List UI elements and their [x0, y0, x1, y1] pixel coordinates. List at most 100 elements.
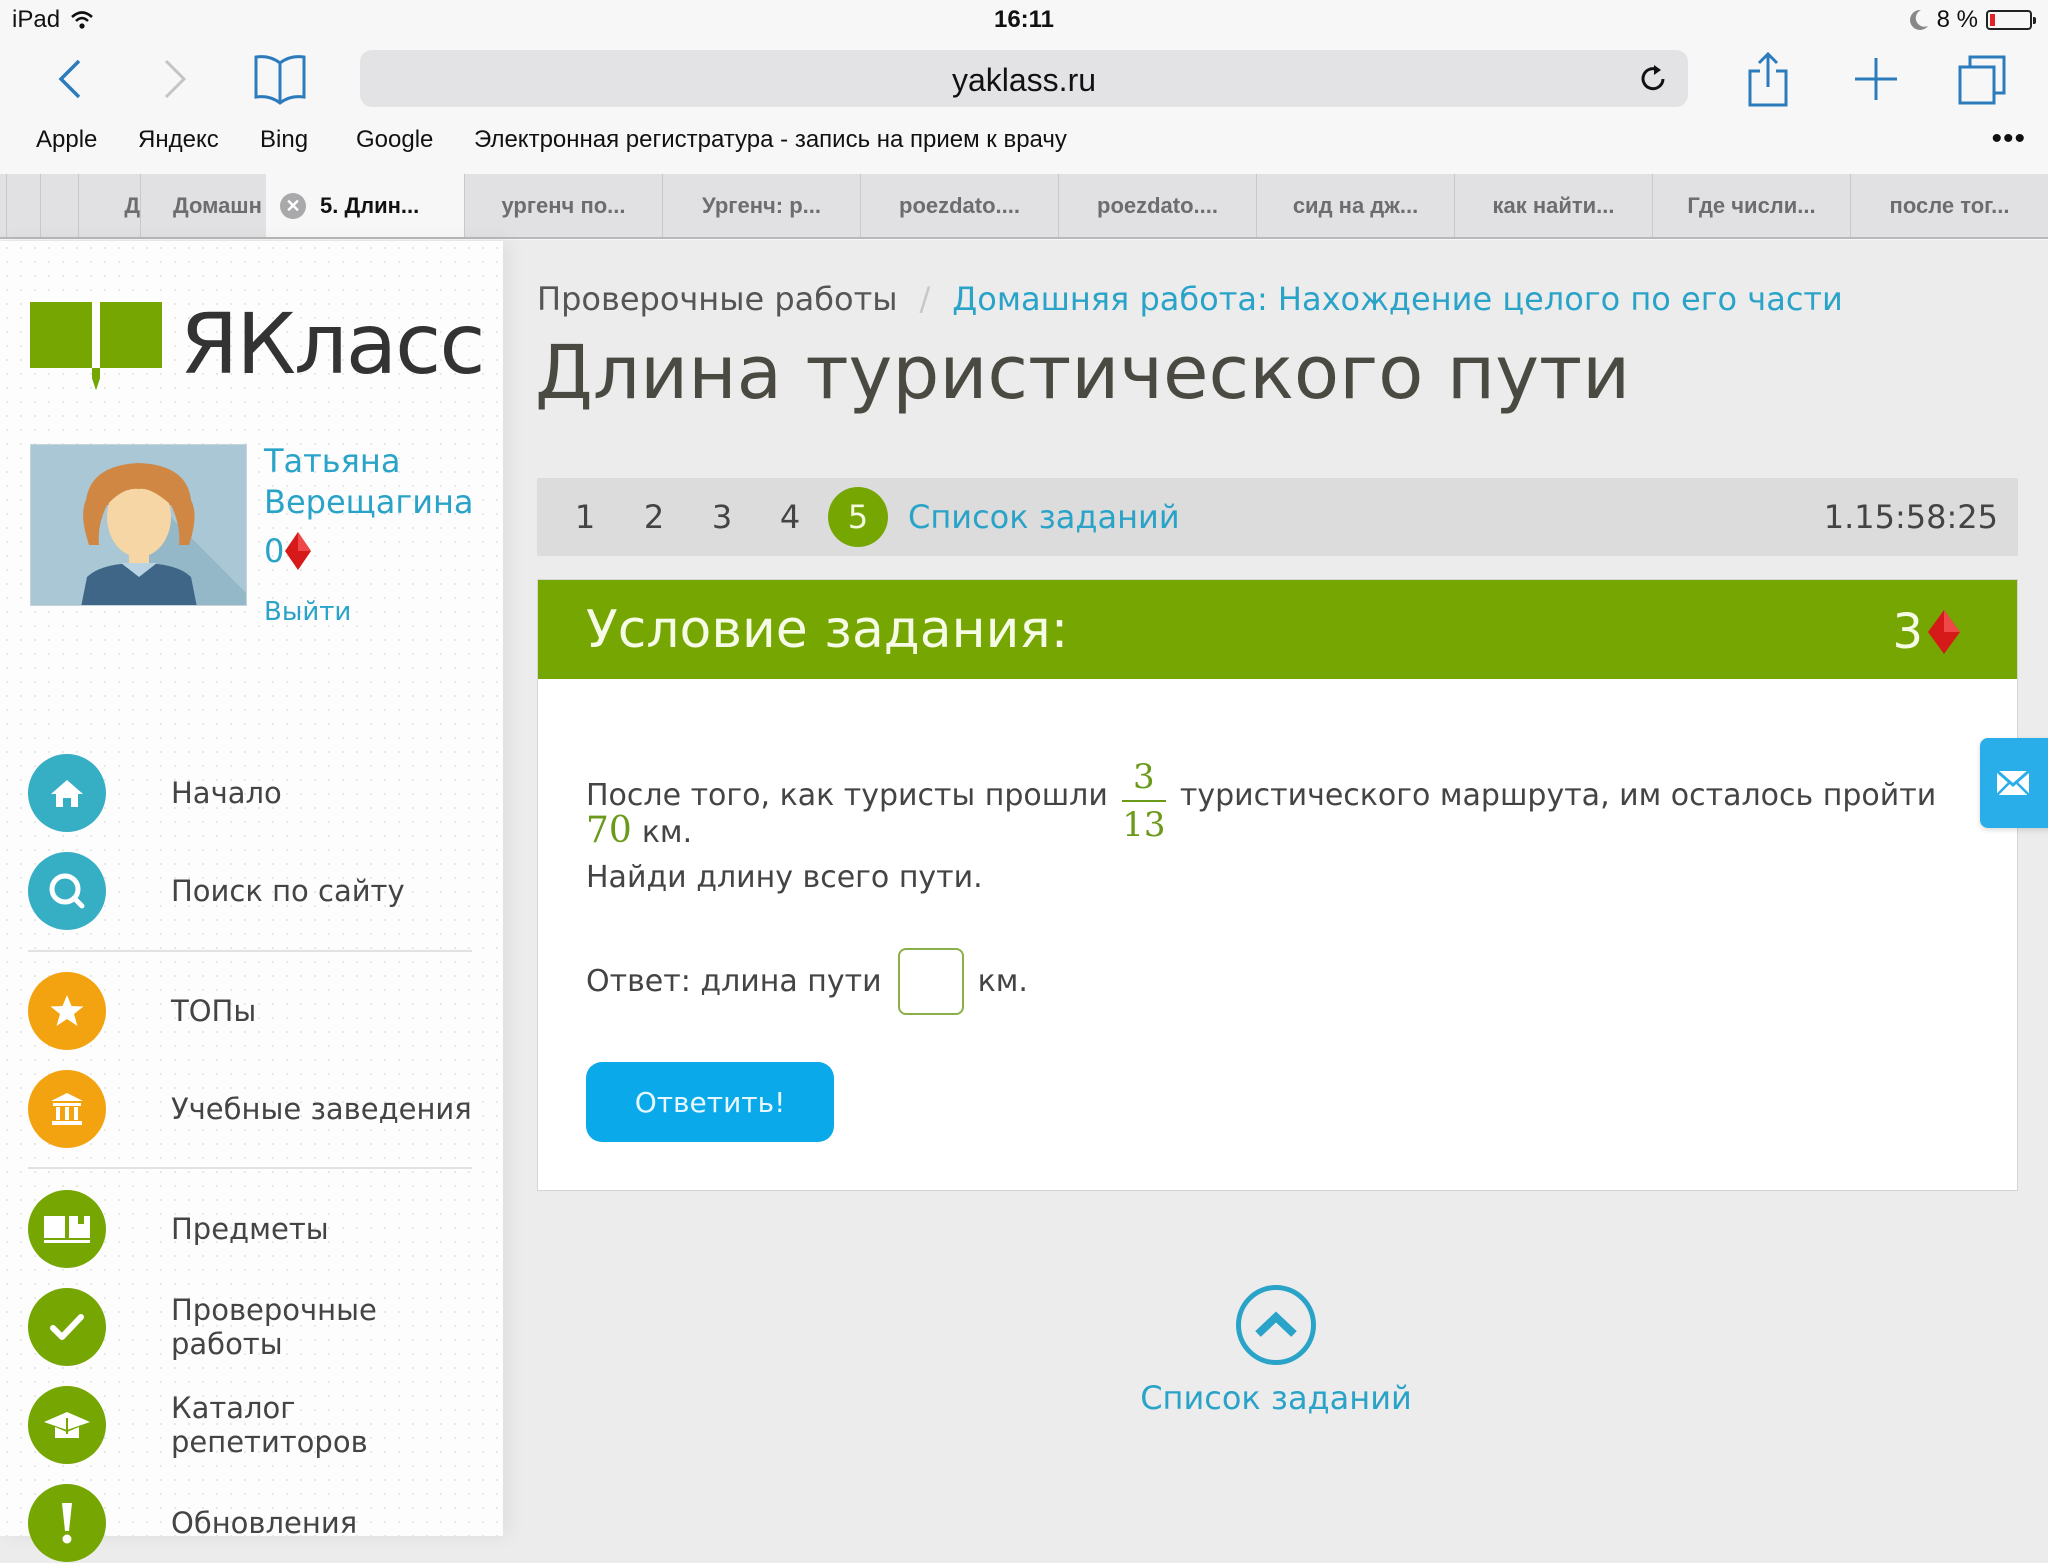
tab[interactable]: ургенч по...	[464, 174, 662, 237]
user-name-link[interactable]: Татьяна Верещагина	[264, 441, 474, 523]
task-number-4[interactable]: 4	[770, 478, 810, 556]
sidebar: ЯКласс Татьяна Верещагина 0 Выйти Начало	[0, 241, 503, 1562]
mail-icon	[1996, 770, 2030, 796]
sidebar-item-search[interactable]: Поиск по сайту	[28, 851, 488, 931]
status-right: 8 %	[1909, 6, 2036, 34]
sidebar-item-label: Предметы	[171, 1212, 329, 1246]
back-button[interactable]	[40, 50, 100, 108]
sidebar-item-label: Проверочные работы	[171, 1293, 377, 1361]
feedback-mail-button[interactable]	[1980, 738, 2048, 828]
tabs-overview-button[interactable]	[1952, 50, 2012, 108]
task-number-5-active[interactable]: 5	[828, 487, 888, 547]
sidebar-item-tutors[interactable]: Каталог репетиторов	[28, 1385, 488, 1465]
task-list-link[interactable]: Список заданий	[908, 478, 1180, 556]
sidebar-item-subjects[interactable]: Предметы	[28, 1189, 488, 1269]
user-last-name: Верещагина	[264, 483, 474, 521]
bookmark-yandex[interactable]: Яндекс	[138, 126, 219, 154]
chevron-right-icon	[164, 59, 187, 99]
avatar[interactable]	[30, 444, 247, 606]
tab[interactable]: сид на дж...	[1256, 174, 1454, 237]
diamond-icon	[285, 532, 312, 570]
task-card-header: Условие задания: 3	[538, 580, 2017, 679]
task-number-3[interactable]: 3	[702, 478, 742, 556]
more-bookmarks-button[interactable]: •••	[1991, 122, 2026, 156]
sidebar-item-home[interactable]: Начало	[28, 753, 488, 833]
tab-bar: Д Домашн ✕ 5. Длин... ургенч по... Урген…	[0, 174, 2048, 239]
sidebar-item-label: Обновления	[171, 1506, 358, 1540]
problem-line-2: 70 км.	[586, 810, 692, 851]
institution-icon	[28, 1070, 106, 1148]
sidebar-item-updates[interactable]: Обновления	[28, 1483, 488, 1563]
distance-value: 70	[586, 810, 632, 851]
share-button[interactable]	[1738, 50, 1798, 108]
yaklass-logo[interactable]: ЯКласс	[30, 295, 486, 393]
url-text: yaklass.ru	[951, 62, 1097, 98]
close-tab-icon[interactable]: ✕	[280, 192, 306, 219]
book-icon	[28, 1190, 106, 1268]
task-number-2[interactable]: 2	[634, 478, 674, 556]
task-card: Условие задания: 3 После того, как турис…	[537, 579, 2018, 1191]
moon-icon	[1909, 9, 1928, 30]
breadcrumb-current[interactable]: Домашняя работа: Нахождение целого по ег…	[952, 280, 1843, 318]
sidebar-item-tests[interactable]: Проверочные работы	[28, 1287, 488, 1367]
share-icon	[1748, 51, 1788, 107]
sidebar-item-institutions[interactable]: Учебные заведения	[28, 1069, 488, 1149]
tab[interactable]: Где числи...	[1652, 174, 1850, 237]
task-score: 3	[1892, 604, 1961, 660]
tabs-icon	[1958, 55, 2006, 105]
checkmark-icon	[28, 1288, 106, 1366]
sidebar-item-label: Каталог репетиторов	[171, 1391, 368, 1459]
star-icon	[28, 972, 106, 1050]
task-condition-title: Условие задания:	[586, 600, 1069, 660]
tab[interactable]: Д	[78, 174, 140, 237]
user-avatar-icon	[31, 445, 246, 605]
forward-button[interactable]	[145, 50, 205, 108]
fraction: 3 13	[1121, 757, 1166, 845]
tab[interactable]: Ургенч: р...	[662, 174, 860, 237]
browser-chrome: iPad 16:11 8 % yaklass.ru Apple Яндекс B…	[0, 0, 2048, 240]
sidebar-item-label: Учебные заведения	[171, 1092, 472, 1126]
open-book-icon	[254, 55, 306, 105]
tab-stacked-1[interactable]	[6, 174, 40, 237]
exclamation-icon	[28, 1484, 106, 1562]
sidebar-divider	[28, 950, 472, 952]
home-icon	[28, 754, 106, 832]
sidebar-item-label: Начало	[171, 776, 282, 810]
breadcrumb: Проверочные работы / Домашняя работа: На…	[537, 280, 1843, 318]
task-navigation: 1 2 3 4 5 Список заданий 1.15:58:25	[537, 478, 2018, 556]
bookmark-google[interactable]: Google	[356, 126, 433, 154]
task-score-value: 3	[1892, 604, 1923, 660]
bookmark-registry[interactable]: Электронная регистратура - запись на при…	[474, 126, 1067, 154]
fraction-denominator: 13	[1122, 805, 1166, 845]
sidebar-item-label: ТОПы	[171, 994, 257, 1028]
submit-answer-button[interactable]: Ответить!	[586, 1062, 834, 1142]
points-value: 0	[264, 532, 285, 570]
breadcrumb-parent[interactable]: Проверочные работы	[537, 280, 897, 318]
bookmark-apple[interactable]: Apple	[36, 126, 97, 154]
bookmark-bing[interactable]: Bing	[260, 126, 308, 154]
sidebar-item-tops[interactable]: ТОПы	[28, 971, 488, 1051]
tab[interactable]: poezdato....	[860, 174, 1058, 237]
battery-icon	[1986, 10, 2036, 30]
bookmarks-button[interactable]	[250, 50, 310, 108]
answer-unit: км.	[977, 964, 1028, 999]
graduation-cap-icon	[28, 1386, 106, 1464]
breadcrumb-separator: /	[919, 280, 931, 318]
tab[interactable]: Домашн	[140, 174, 266, 237]
new-tab-button[interactable]	[1846, 50, 1906, 108]
task-number-1[interactable]: 1	[565, 478, 605, 556]
reload-icon[interactable]	[1636, 62, 1670, 96]
tab[interactable]: как найти...	[1454, 174, 1652, 237]
answer-input[interactable]	[897, 948, 964, 1015]
bookmarks-bar: Apple Яндекс Bing Google Электронная рег…	[0, 122, 2048, 162]
address-bar[interactable]: yaklass.ru	[360, 50, 1688, 107]
fraction-numerator: 3	[1133, 757, 1155, 797]
tab[interactable]: poezdato....	[1058, 174, 1256, 237]
tab-active[interactable]: ✕ 5. Длин...	[266, 174, 464, 237]
bottom-task-list-link[interactable]: Список заданий	[1126, 1285, 1426, 1417]
logout-link[interactable]: Выйти	[264, 597, 351, 627]
tab[interactable]: после тог...	[1850, 174, 2048, 237]
problem-text-before: После того, как туристы прошли	[586, 777, 1108, 813]
problem-line-1: После того, как туристы прошли 3 13 тури…	[586, 752, 1936, 844]
tab-stacked-2[interactable]	[40, 174, 78, 237]
